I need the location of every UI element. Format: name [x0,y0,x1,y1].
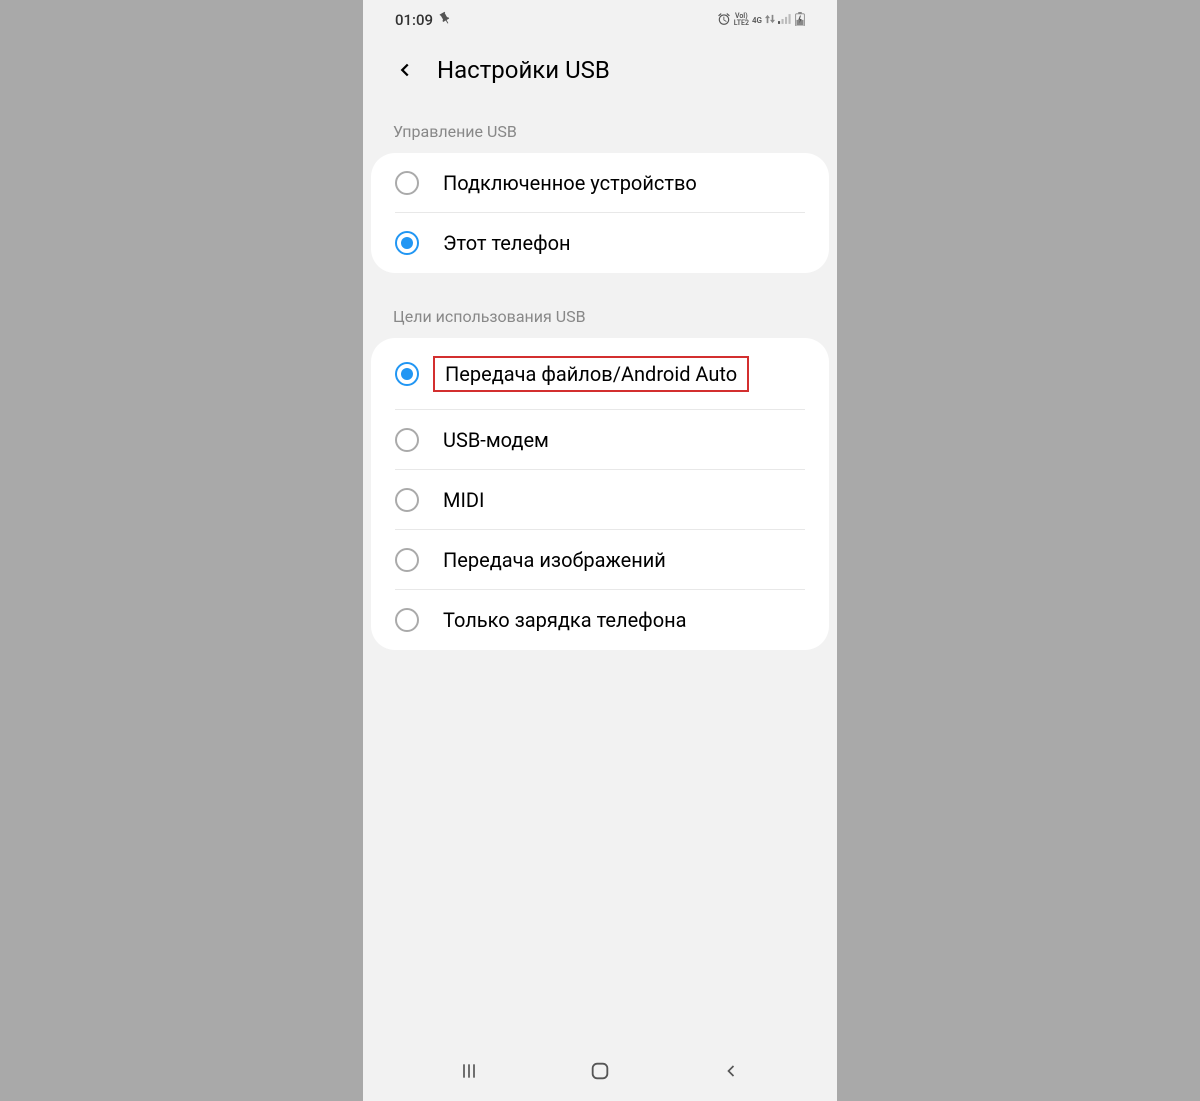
chevron-left-icon [394,59,416,81]
option-this-phone[interactable]: Этот телефон [371,213,829,273]
radio-icon [395,548,419,572]
status-bar: 01:09 VoI)LTE2 4G [363,0,837,40]
control-card: Подключенное устройство Этот телефон [371,153,829,273]
radio-icon [395,231,419,255]
navigation-bar [363,1041,837,1101]
phone-screen: 01:09 VoI)LTE2 4G [363,0,837,1101]
option-label: USB-модем [443,428,549,452]
radio-icon [395,488,419,512]
pin-icon [436,9,457,32]
network-text: 4G [752,17,762,24]
radio-icon [395,428,419,452]
option-label: Передача файлов/Android Auto [433,356,749,392]
option-charging-only[interactable]: Только зарядка телефона [371,590,829,650]
option-image-transfer[interactable]: Передача изображений [371,530,829,590]
home-button[interactable] [585,1056,615,1086]
option-label: Этот телефон [443,231,571,255]
time-text: 01:09 [395,11,433,29]
option-usb-modem[interactable]: USB-модем [371,410,829,470]
option-label: Передача изображений [443,548,666,572]
option-connected-device[interactable]: Подключенное устройство [371,153,829,213]
section-label-control: Управление USB [363,108,837,153]
section-label-purpose: Цели использования USB [363,293,837,338]
option-label: MIDI [443,488,484,512]
option-file-transfer[interactable]: Передача файлов/Android Auto [371,338,829,410]
back-button[interactable] [393,58,417,82]
option-label: Только зарядка телефона [443,608,687,632]
option-label: Подключенное устройство [443,171,697,195]
battery-icon [795,12,805,29]
radio-icon [395,608,419,632]
status-right: VoI)LTE2 4G [717,12,805,29]
radio-icon [395,171,419,195]
page-header: Настройки USB [363,40,837,108]
recents-icon [459,1061,479,1081]
volte-text: VoI)LTE2 [734,13,749,27]
status-left: 01:09 [395,11,453,29]
signal-icon [778,13,792,28]
radio-icon [395,362,419,386]
back-nav-button[interactable] [716,1056,746,1086]
page-title: Настройки USB [437,56,610,84]
home-icon [589,1060,611,1082]
recents-button[interactable] [454,1056,484,1086]
option-midi[interactable]: MIDI [371,470,829,530]
back-icon [721,1061,741,1081]
data-arrows-icon [765,13,775,28]
purpose-card: Передача файлов/Android Auto USB-модем M… [371,338,829,650]
alarm-icon [717,12,731,29]
